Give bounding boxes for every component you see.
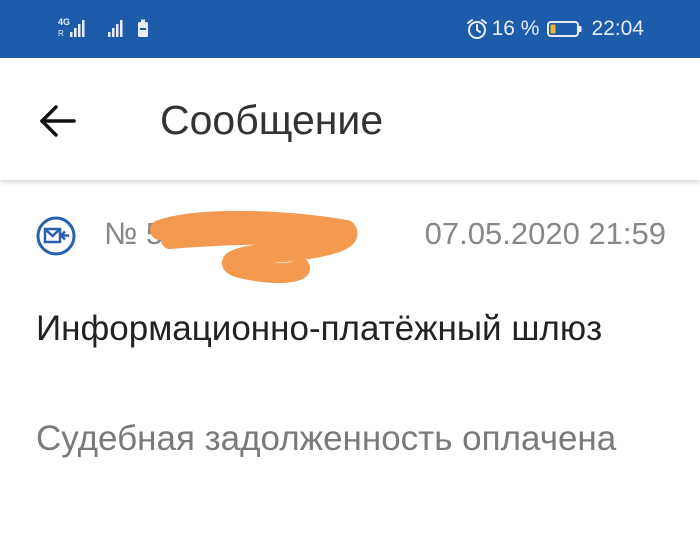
battery-icon xyxy=(547,21,582,37)
message-detail: № 5 07.05.2020 21:59 Информационно-платё… xyxy=(0,180,700,560)
status-bar: 4G R 16 % 22:04 xyxy=(0,0,700,58)
incoming-message-icon xyxy=(36,216,76,256)
page-title: Сообщение xyxy=(160,97,384,143)
battery-saver-icon xyxy=(138,19,148,37)
message-sender: Информационно-платёжный шлюз xyxy=(36,309,603,348)
battery-percent: 16 % xyxy=(491,17,540,40)
svg-text:R: R xyxy=(58,29,64,38)
app-bar: Сообщение xyxy=(0,58,700,180)
message-body: Судебная задолженность оплачена xyxy=(36,419,617,458)
back-button[interactable] xyxy=(30,96,86,146)
redaction-scribble xyxy=(150,210,358,284)
svg-text:4G: 4G xyxy=(58,17,70,27)
arrow-back-icon xyxy=(40,105,76,137)
signal-icon xyxy=(108,20,123,37)
network-4g-icon: 4G R xyxy=(58,17,70,38)
status-bar-right: 16 % 22:04 xyxy=(466,0,644,58)
battery-level xyxy=(550,24,556,34)
status-bar-left-icons: 4G R xyxy=(58,17,148,38)
signal-icon xyxy=(70,20,85,37)
alarm-icon xyxy=(466,19,487,39)
clock: 22:04 xyxy=(591,17,644,40)
message-date: 07.05.2020 21:59 xyxy=(424,216,666,251)
